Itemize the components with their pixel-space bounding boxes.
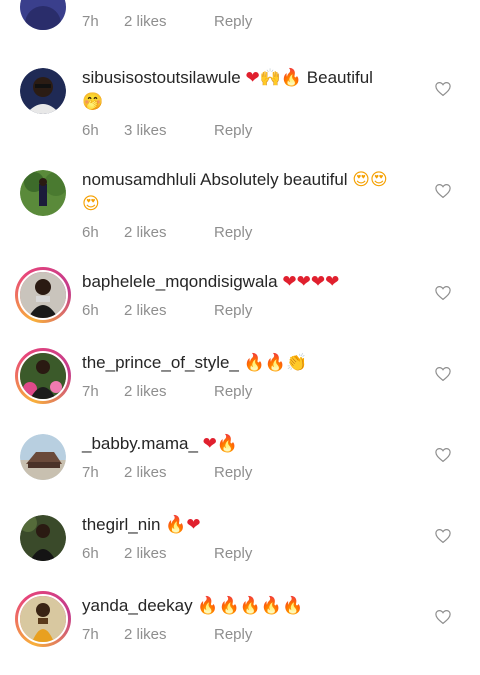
comment-meta: 7h 2 likes Reply: [82, 626, 422, 643]
comment-meta: 6h 2 likes Reply: [82, 224, 422, 241]
comment-text: the_prince_of_style_ 🔥🔥👏: [82, 351, 422, 375]
clapping-hands-emoji: 👏: [285, 353, 308, 373]
heart-outline-icon[interactable]: [434, 365, 452, 383]
fire-emoji: 🔥🔥: [243, 353, 286, 373]
comment-partial: 7h 2 likes Reply: [0, 0, 480, 40]
comment-meta: 7h 2 likes Reply: [82, 464, 422, 481]
comment-likes[interactable]: 2 likes: [124, 224, 214, 241]
fire-emoji: 🔥: [216, 434, 239, 454]
comment-username[interactable]: yanda_deekay: [82, 596, 193, 615]
heart-outline-icon[interactable]: [434, 284, 452, 302]
avatar[interactable]: [15, 591, 71, 647]
comment-text: baphelele_mqondisigwala ❤❤❤❤: [82, 270, 422, 294]
comment-username[interactable]: nomusamdhluli: [82, 170, 196, 189]
comment-username[interactable]: baphelele_mqondisigwala: [82, 272, 278, 291]
heart-outline-icon[interactable]: [434, 446, 452, 464]
reply-button[interactable]: Reply: [214, 383, 252, 400]
comment-username[interactable]: thegirl_nin: [82, 515, 160, 534]
fire-emoji: 🔥: [280, 68, 303, 88]
comment-likes[interactable]: 2 likes: [124, 464, 214, 481]
reply-button[interactable]: Reply: [214, 626, 252, 643]
comment-text: thegirl_nin 🔥❤: [82, 513, 422, 537]
comment-time: 6h: [82, 224, 99, 241]
comment-username[interactable]: sibusisostoutsilawule: [82, 68, 241, 87]
comment-meta: 6h 2 likes Reply: [82, 545, 422, 562]
avatar[interactable]: [20, 515, 66, 561]
comment-text: nomusamdhluli Absolutely beautiful 😍😍 😍: [82, 168, 422, 216]
comment-likes[interactable]: 2 likes: [124, 383, 214, 400]
avatar[interactable]: [20, 0, 66, 30]
comment-username[interactable]: _babby.mama_: [82, 434, 198, 453]
reply-button[interactable]: Reply: [214, 302, 252, 319]
comment-username[interactable]: the_prince_of_style_: [82, 353, 239, 372]
comment-meta: 6h 2 likes Reply: [82, 302, 422, 319]
hugging-face-emoji: 🤭: [82, 92, 104, 112]
comment-likes[interactable]: 2 likes: [124, 626, 214, 643]
fire-emoji: 🔥: [165, 515, 187, 535]
comment-time: 7h: [82, 383, 99, 400]
comment-meta: 7h 2 likes Reply: [82, 13, 252, 30]
comment-time: 6h: [82, 302, 99, 319]
heart-outline-icon[interactable]: [434, 527, 452, 545]
comment-text: _babby.mama_ ❤🔥: [82, 432, 422, 456]
comment-time: 7h: [82, 626, 99, 643]
comment-likes[interactable]: 3 likes: [124, 122, 214, 139]
heart-emoji: ❤❤❤❤: [282, 272, 340, 292]
comment-text: sibusisostoutsilawule ❤🙌🔥 Beautiful 🤭: [82, 66, 422, 114]
heart-outline-icon[interactable]: [434, 608, 452, 626]
comment-body: Absolutely beautiful: [196, 170, 353, 189]
reply-button[interactable]: Reply: [214, 122, 252, 139]
comment-meta: 6h 3 likes Reply: [82, 122, 422, 139]
comment-meta: 7h 2 likes Reply: [82, 383, 422, 400]
reply-button[interactable]: Reply: [214, 13, 252, 30]
heart-outline-icon[interactable]: [434, 182, 452, 200]
comment-likes[interactable]: 2 likes: [124, 302, 214, 319]
avatar[interactable]: [20, 68, 66, 114]
comment-text: yanda_deekay 🔥🔥🔥🔥🔥: [82, 594, 422, 618]
avatar[interactable]: [20, 434, 66, 480]
heart-outline-icon[interactable]: [434, 80, 452, 98]
heart-eyes-emoji: 😍: [82, 194, 100, 214]
reply-button[interactable]: Reply: [214, 545, 252, 562]
avatar[interactable]: [15, 267, 71, 323]
heart-emoji: ❤: [186, 515, 201, 535]
comment-time: 6h: [82, 545, 99, 562]
comment-time: 7h: [82, 13, 99, 30]
heart-emoji: ❤: [245, 68, 260, 88]
comment-likes[interactable]: 2 likes: [124, 545, 214, 562]
comment-time: 7h: [82, 464, 99, 481]
reply-button[interactable]: Reply: [214, 464, 252, 481]
comment-likes[interactable]: 2 likes: [124, 13, 214, 30]
heart-eyes-emoji: 😍😍: [352, 170, 388, 190]
comment-body: Beautiful: [302, 68, 373, 87]
fire-emoji: 🔥🔥🔥🔥🔥: [197, 596, 304, 616]
raised-hands-emoji: 🙌: [259, 68, 281, 88]
reply-button[interactable]: Reply: [214, 224, 252, 241]
heart-emoji: ❤: [202, 434, 217, 454]
comment-time: 6h: [82, 122, 99, 139]
avatar[interactable]: [20, 170, 66, 216]
avatar[interactable]: [15, 348, 71, 404]
